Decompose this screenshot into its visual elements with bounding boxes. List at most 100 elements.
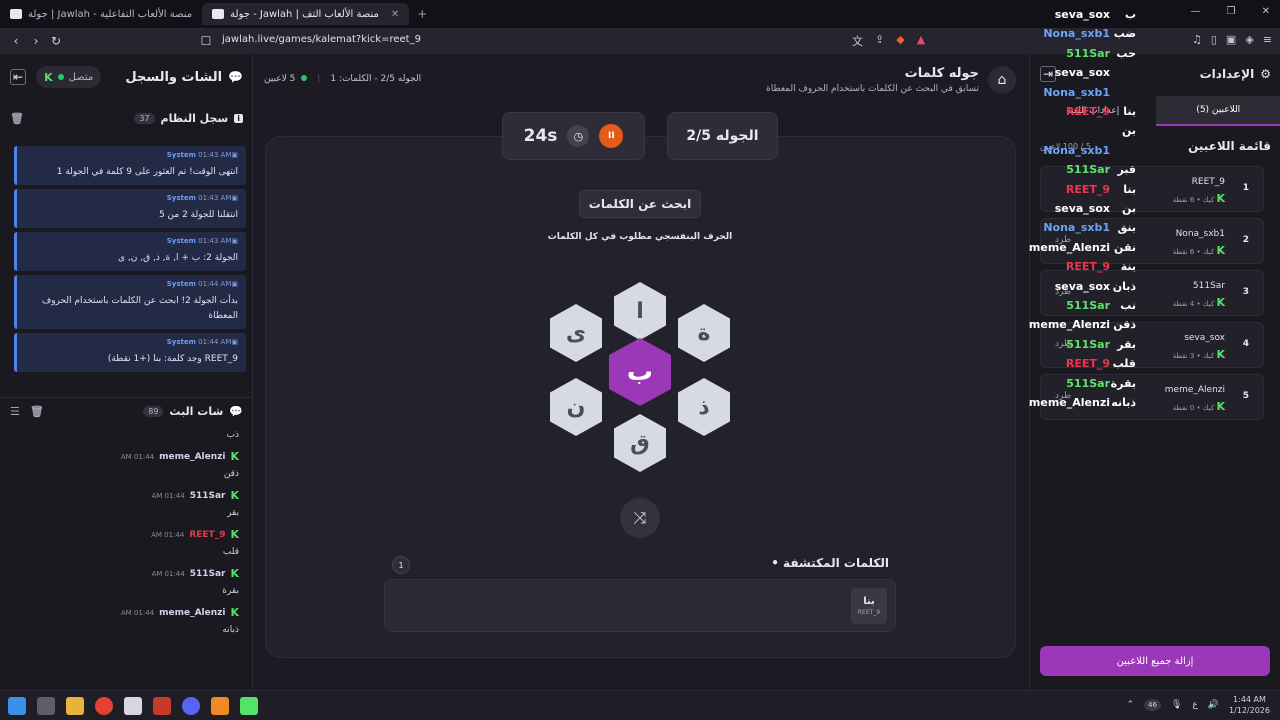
browser-tab-2[interactable]: جولة - Jawlah | منصة الألعاب التف ✕	[202, 3, 410, 25]
filter-icon[interactable]: ☰	[10, 405, 20, 418]
home-button[interactable]: ⌂	[988, 66, 1016, 94]
player-points: كيك • 6 نقطة	[1172, 248, 1215, 256]
clock-time: 1:44 AM	[1233, 695, 1266, 704]
microphone-icon[interactable]: 🎙	[1171, 700, 1182, 710]
game-area: ⌂ جوله كلمات تسابق في البحث عن الكلمات ب…	[254, 54, 1029, 690]
overlay-user: Nona_sxb1	[1043, 143, 1110, 157]
kick-icon: K	[1216, 400, 1225, 413]
player-rank: 1	[1242, 183, 1249, 193]
overlay-row: بن	[1034, 124, 1144, 140]
overlay-row: 511Sar حب	[1034, 47, 1144, 63]
overlay-word: بنق	[1117, 221, 1136, 235]
system-clock[interactable]: 1:44 AM 1/12/2026	[1229, 694, 1270, 716]
extension-icon[interactable]: ♫	[1192, 33, 1202, 46]
sys-name: System	[166, 280, 196, 288]
forward-icon[interactable]: ›	[26, 34, 46, 48]
rewards-icon[interactable]: ▲	[917, 33, 925, 49]
chat-message: K 511Sar 01:44 AM بقر	[14, 489, 239, 518]
minimize-icon[interactable]: —	[1191, 6, 1201, 17]
chat-message: K 511Sar 01:44 AM بقرة	[14, 567, 239, 596]
video-app-icon[interactable]	[153, 696, 171, 715]
chat-user[interactable]: meme_Alenzi	[159, 608, 225, 618]
language-indicator[interactable]: ع	[1192, 700, 1197, 710]
notepad-icon[interactable]	[124, 696, 142, 715]
browser-tab-1[interactable]: جولة | Jawlah - منصة الألعاب التفاعلية	[0, 3, 202, 25]
overlay-user: 511Sar	[1066, 46, 1110, 60]
shuffle-button[interactable]: ⤨	[620, 498, 660, 538]
gear-icon: ⚙	[1260, 67, 1271, 81]
wallet-icon[interactable]: ▣	[1226, 33, 1236, 46]
brave-icon[interactable]	[211, 696, 229, 715]
task-view-icon[interactable]	[37, 696, 55, 715]
jawlah-favicon-icon	[10, 9, 22, 19]
overlay-word: ذبانه	[1111, 396, 1136, 409]
overlay-word: نقن	[1114, 240, 1136, 254]
bookmark-icon[interactable]: ☐	[196, 34, 216, 48]
player-meta: K كيك • 3 نقطة	[1173, 348, 1225, 361]
overlay-user: meme_Alenzi	[1028, 240, 1110, 254]
stream-chat-title: شات البث	[169, 405, 224, 418]
maximize-icon[interactable]: ❐	[1227, 6, 1236, 17]
trash-icon[interactable]: 🗑	[30, 405, 44, 418]
new-tab-icon[interactable]: +	[417, 7, 427, 21]
kick-icon: K	[230, 567, 239, 580]
trash-icon[interactable]: 🗑	[10, 112, 24, 125]
windows-start-icon[interactable]	[8, 696, 26, 715]
vpn-icon[interactable]: ◈	[1245, 33, 1253, 46]
overlay-user: REET_9	[1065, 105, 1110, 118]
chat-log-panel: ⇤ K متصل الشات والسجل 💬 🗑 37 سجل النظام …	[0, 54, 253, 690]
overlay-row: meme_Alenzi ذقن	[1029, 318, 1144, 334]
url-field[interactable]: jawlah.live/games/kalemat?kick=reet_9	[222, 34, 421, 45]
jawlah-favicon-icon	[212, 9, 225, 19]
tab-players[interactable]: اللاعبين (5)	[1155, 96, 1280, 126]
system-log-title: سجل النظام	[160, 111, 229, 125]
pause-button[interactable]: II	[599, 124, 624, 148]
found-words-box: بنا REET_9	[384, 579, 896, 632]
translate-icon[interactable]: 文	[852, 33, 863, 49]
kick-app-icon[interactable]	[240, 696, 258, 715]
sys-icon: ▣	[231, 237, 238, 245]
overlay-row: Nona_sxb1 بنق	[1034, 221, 1144, 237]
chat-user[interactable]: meme_Alenzi	[159, 452, 225, 462]
system-message: ▣ System 01:43 AM انتهى الوقت! تم العثور …	[14, 146, 246, 185]
chat-time: 01:44 AM	[120, 608, 155, 617]
sys-text: بدأت الجولة 2! ابحث عن الكلمات باستخدام …	[41, 296, 238, 321]
player-rank: 3	[1242, 287, 1249, 297]
volume-icon[interactable]: 🔊	[1208, 700, 1219, 710]
chat-panel-header: ⇤ K متصل الشات والسجل 💬	[0, 54, 253, 100]
chat-message: Kmeme_Alenzi 01:44 AM ذقن	[14, 450, 239, 479]
overlay-row: meme_Alenzi ذبانه	[1029, 396, 1144, 412]
back-icon[interactable]: ‹	[6, 34, 26, 48]
kick-icon: K	[1216, 244, 1225, 257]
sys-time: 01:44 AM	[198, 338, 232, 346]
overlay-user: 511Sar	[1066, 163, 1110, 177]
overlay-user: 511Sar	[1066, 337, 1110, 351]
players-count: 5 لاعبين	[264, 74, 296, 84]
overlay-user: REET_9	[1065, 357, 1110, 371]
overlay-row: REET_9 بنا	[1034, 105, 1144, 121]
overlay-row: 511Sar نب	[1034, 299, 1144, 315]
remove-all-players-button[interactable]: إزالة جميع اللاعبين	[1040, 646, 1270, 676]
file-explorer-icon[interactable]	[66, 696, 84, 715]
round-words-label: الجوله 2/5 - الكلمات: 1	[330, 74, 422, 84]
chat-text: ذقن	[223, 469, 239, 479]
menu-icon[interactable]: ≡	[1263, 33, 1272, 46]
chat-user[interactable]: 511Sar	[190, 491, 226, 501]
tray-badge[interactable]: 46	[1144, 699, 1161, 711]
found-word-by: REET_9	[857, 609, 881, 616]
share-icon[interactable]: ⇪	[875, 33, 884, 49]
overlay-row: seva_sox بن	[1034, 202, 1144, 218]
chrome-icon[interactable]	[95, 696, 113, 715]
chat-user[interactable]: 511Sar	[190, 569, 226, 579]
overlay-word: نب	[1120, 299, 1136, 312]
brave-shield-icon[interactable]: ◆	[896, 33, 904, 49]
collapse-panel-icon[interactable]: ⇤	[10, 69, 27, 85]
reload-icon[interactable]: ↻	[46, 34, 66, 48]
close-window-icon[interactable]: ✕	[1262, 6, 1270, 17]
tray-chevron-icon[interactable]: ⌃	[1126, 700, 1134, 710]
found-words-label: الكلمات المكتشفة	[783, 556, 889, 570]
chat-user[interactable]: REET_9	[189, 530, 225, 540]
sidebar-icon[interactable]: ▯	[1211, 33, 1217, 46]
close-tab-icon[interactable]: ✕	[391, 9, 399, 20]
discord-icon[interactable]	[182, 696, 200, 715]
